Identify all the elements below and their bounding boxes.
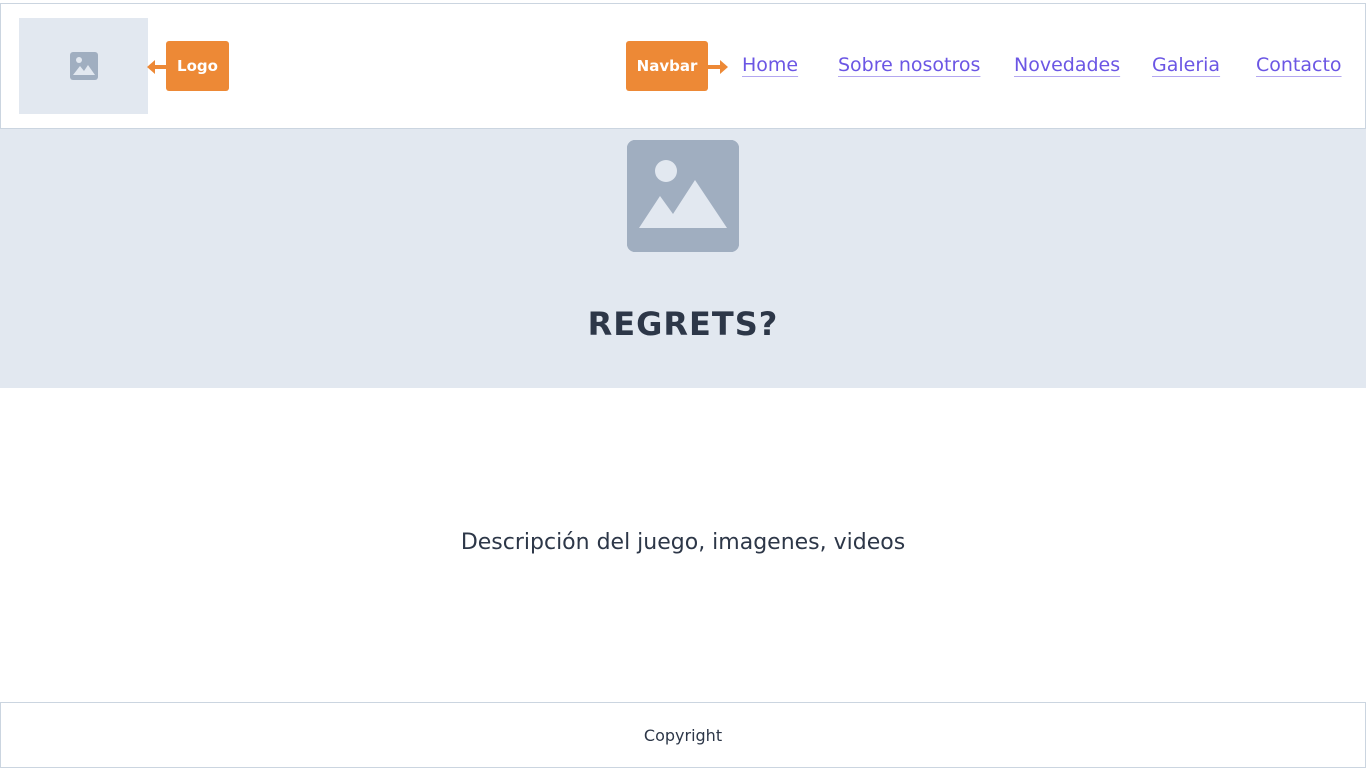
navbar-annotation-tag: Navbar (626, 41, 708, 91)
game-description: Descripción del juego, imagenes, videos (460, 530, 906, 555)
copyright-text: Copyright (643, 726, 723, 745)
nav-link-contacto[interactable]: Contacto (1256, 54, 1342, 76)
site-header: Logo Navbar Home Sobre nosotros Novedade… (0, 3, 1366, 129)
image-placeholder-icon (69, 52, 98, 80)
hero-image-placeholder (627, 140, 739, 252)
logo-placeholder[interactable] (19, 18, 148, 114)
nav-link-sobre-nosotros[interactable]: Sobre nosotros (838, 54, 980, 76)
nav-link-novedades[interactable]: Novedades (1014, 54, 1120, 76)
nav-link-home[interactable]: Home (742, 54, 798, 76)
nav-link-galeria[interactable]: Galeria (1152, 54, 1220, 76)
logo-annotation-tag: Logo (166, 41, 229, 91)
image-placeholder-icon (627, 140, 739, 252)
hero-title: REGRETS? (587, 305, 779, 343)
arrow-right-icon (708, 60, 728, 74)
site-footer: Copyright (0, 702, 1366, 768)
hero-section: REGRETS? (0, 129, 1366, 388)
arrow-left-icon (147, 60, 167, 74)
